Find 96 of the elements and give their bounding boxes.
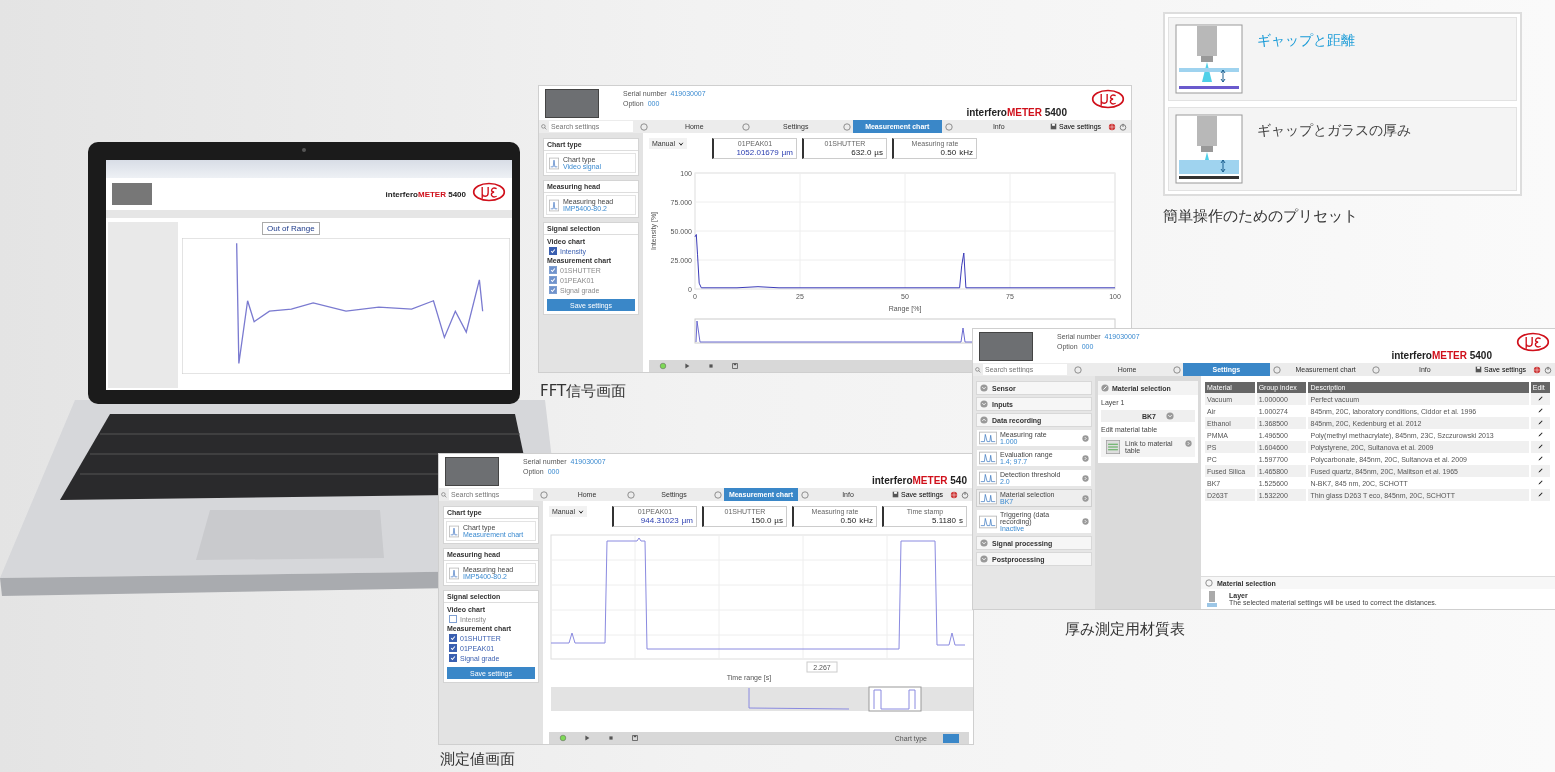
circle-icon: [640, 122, 648, 131]
readout-value: 632.0: [851, 148, 872, 157]
logo-icon: [472, 181, 506, 203]
power-icon[interactable]: [1119, 122, 1128, 131]
floppy-icon: [892, 491, 899, 498]
readout-value: 0.50: [940, 148, 957, 157]
chart-thumbnail-icon: [449, 524, 459, 538]
circle-icon: [1074, 365, 1082, 374]
search-icon: [441, 491, 447, 498]
arrow-icon: [1185, 440, 1192, 447]
search-icon: [975, 366, 981, 373]
chart-thumbnail-icon: [979, 491, 997, 505]
layer-icon: [1207, 591, 1217, 607]
readout-unit: µm: [681, 516, 693, 525]
checkbox[interactable]: [449, 634, 457, 642]
product-title: interferoMETER 5400: [1391, 350, 1492, 361]
checkbox[interactable]: [549, 247, 557, 255]
product-title: interferoMETER 5400: [966, 107, 1067, 118]
arrow-icon: [1082, 434, 1089, 442]
sensor-probe-icon: [1175, 24, 1243, 94]
floppy-icon[interactable]: [731, 362, 739, 370]
globe-icon[interactable]: [1533, 365, 1542, 374]
arrow-icon: [1082, 454, 1089, 462]
arrow-icon: [1082, 494, 1089, 502]
circle-icon: [741, 122, 750, 131]
sensor-probe-icon: [1175, 114, 1243, 184]
device-photo-placeholder: [545, 88, 599, 118]
caption: 簡単操作のためのプリセット: [1163, 207, 1358, 226]
readout-unit: µs: [774, 516, 783, 525]
chart-thumbnail-icon: [979, 451, 997, 465]
preset-option[interactable]: ギャップとガラスの厚み: [1168, 107, 1517, 191]
circle-icon: [843, 122, 851, 131]
device-photo-placeholder: [112, 183, 152, 205]
readout-unit: kHz: [959, 148, 973, 157]
caret-icon: [577, 508, 584, 515]
globe-icon[interactable]: [1108, 122, 1117, 131]
readout-unit: kHz: [859, 516, 873, 525]
chevron-icon: [980, 384, 988, 392]
circle-icon: [1173, 365, 1182, 374]
status-value: Out of Range: [262, 222, 320, 235]
chevron-icon: [980, 539, 988, 547]
play-icon[interactable]: [583, 734, 591, 742]
table-icon: [1104, 440, 1122, 454]
device-photo-placeholder: [445, 456, 499, 486]
readout-unit: s: [958, 516, 963, 525]
floppy-icon: [1050, 123, 1057, 130]
chart-thumbnail-icon: [979, 431, 997, 445]
circle-icon: [627, 490, 635, 499]
readout-value: 150.0: [751, 516, 772, 525]
chart-thumbnail-icon: [979, 471, 997, 485]
view-toggle[interactable]: [943, 733, 959, 743]
circle-icon: [540, 490, 548, 499]
circle-icon: [1371, 365, 1380, 374]
pencil-icon: [1101, 384, 1109, 392]
stop-icon[interactable]: [607, 734, 615, 742]
play-icon[interactable]: [683, 362, 691, 370]
circle-icon: [944, 122, 953, 131]
readout-value: 944.31023: [640, 516, 679, 525]
readout-unit: µm: [781, 148, 793, 157]
caption: 厚み測定用材質表: [1065, 620, 1185, 639]
device-photo-placeholder: [979, 331, 1033, 361]
search-icon: [541, 123, 547, 130]
readout-value: 5.1180: [932, 516, 956, 525]
circle-icon: [801, 490, 809, 499]
preset-label: ギャップと距離: [1257, 32, 1355, 50]
product-title: interferoMETER 5400: [385, 189, 466, 199]
chart-thumbnail-icon: [549, 198, 559, 212]
chart-thumbnail-icon: [549, 156, 559, 170]
marker-field: [806, 661, 838, 673]
readout-unit: µs: [874, 148, 883, 157]
checkbox[interactable]: [449, 654, 457, 662]
globe-icon[interactable]: [950, 490, 959, 499]
power-icon[interactable]: [1544, 365, 1553, 374]
floppy-icon[interactable]: [631, 734, 639, 742]
arrow-icon: [1082, 474, 1089, 482]
chevron-icon: [1166, 412, 1174, 420]
checkbox[interactable]: [449, 644, 457, 652]
chart-thumbnail-icon: [979, 514, 997, 529]
caption: 測定値画面: [440, 750, 515, 769]
circle-icon: [714, 490, 722, 499]
circle-icon: [1205, 579, 1213, 587]
caption: FFT信号画面: [540, 382, 627, 401]
product-title: interferoMETER 540: [871, 475, 967, 486]
readout-value: 0.50: [840, 516, 857, 525]
caret-icon: [677, 140, 684, 147]
floppy-icon: [1475, 366, 1482, 373]
chevron-icon: [980, 400, 988, 408]
stop-icon[interactable]: [707, 362, 715, 370]
preset-label: ギャップとガラスの厚み: [1257, 122, 1411, 140]
chevron-icon: [980, 416, 988, 424]
readout-value: 1052.01679: [736, 148, 779, 157]
power-icon[interactable]: [961, 490, 970, 499]
chart-thumbnail-icon: [449, 566, 459, 580]
arrow-icon: [1082, 518, 1089, 525]
chevron-icon: [980, 555, 988, 563]
circle-icon: [1272, 365, 1281, 374]
